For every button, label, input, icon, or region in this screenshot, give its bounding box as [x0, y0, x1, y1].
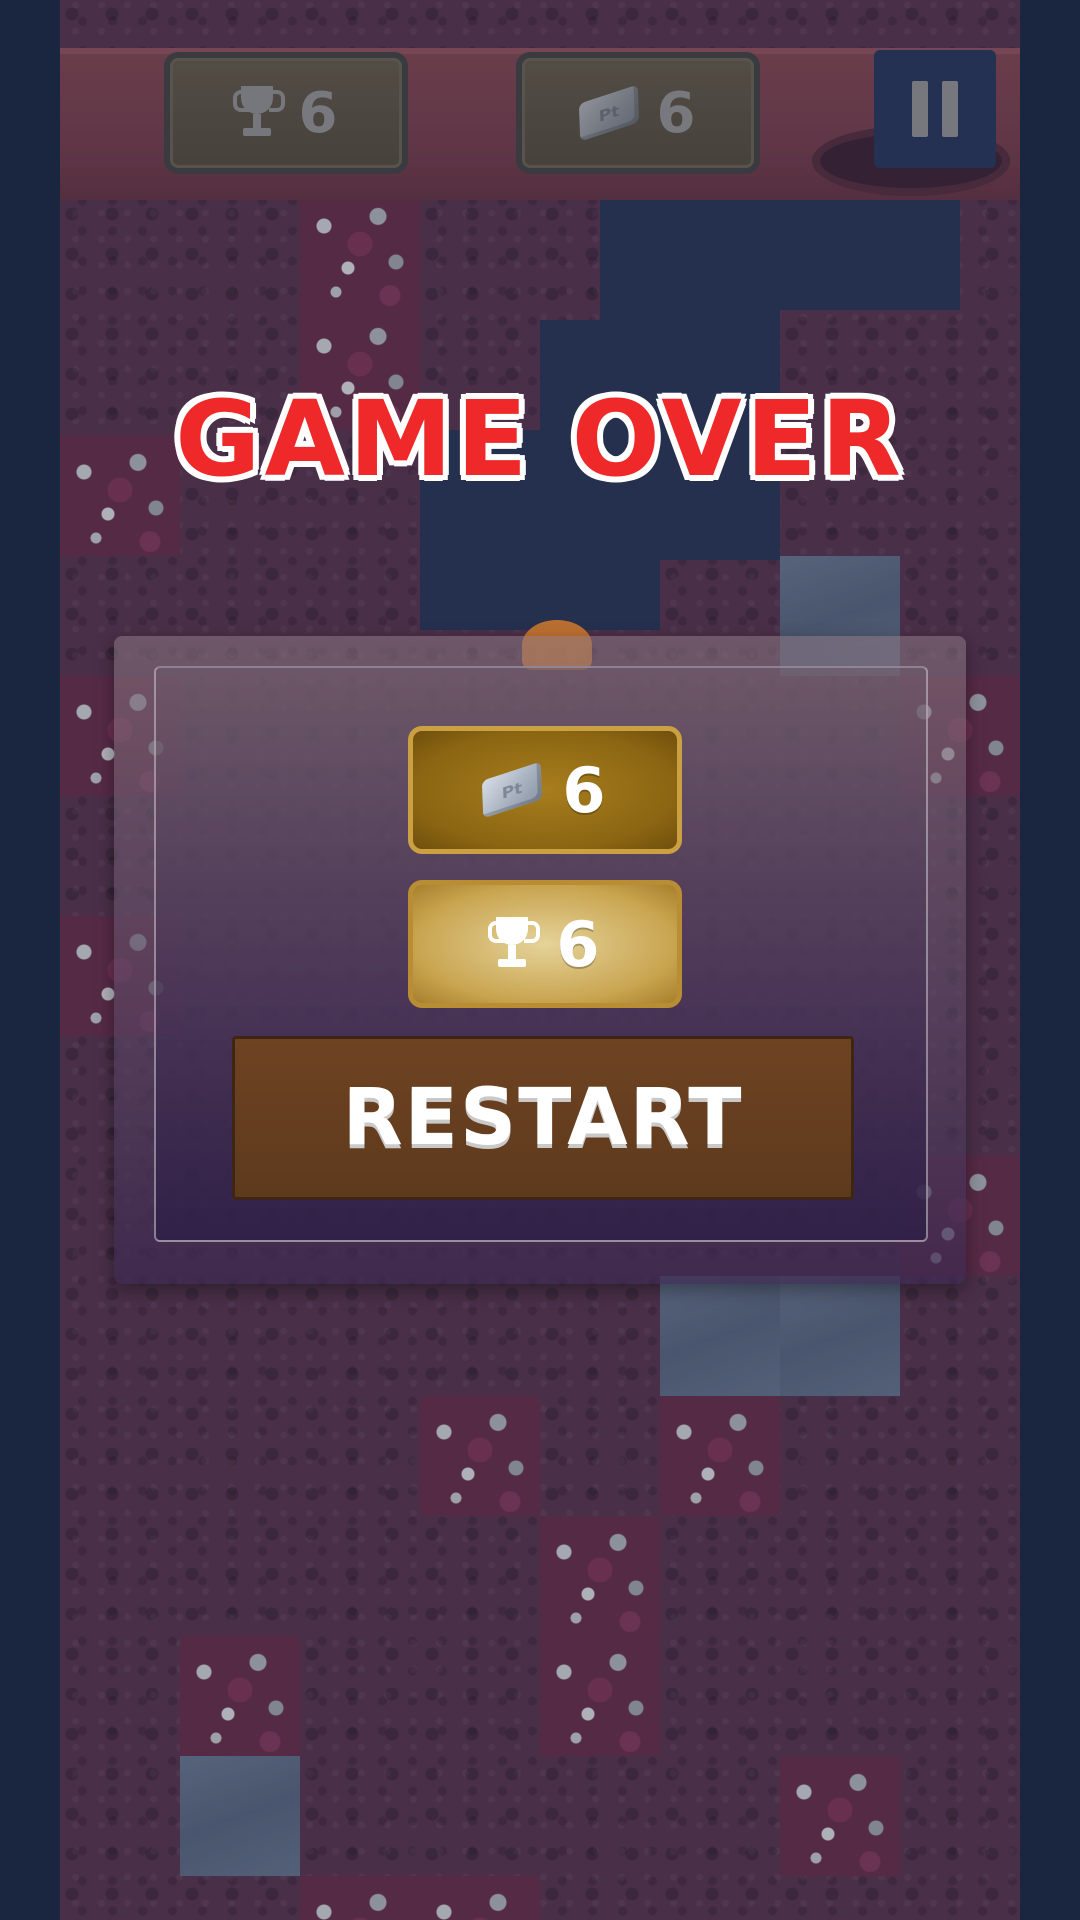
best-plate: 6: [408, 880, 682, 1008]
score-value: 6: [562, 753, 606, 827]
trophy-icon: [488, 917, 541, 971]
best-value: 6: [556, 907, 600, 981]
platinum-ingot-icon: Pt: [482, 761, 543, 819]
restart-button[interactable]: RESTART: [232, 1036, 854, 1200]
game-over-title: GAME OVER: [175, 378, 905, 500]
game-screen: 6 Pt 6 GAME OVER Pt 6 6 RESTART: [0, 0, 1080, 1920]
score-plate: Pt 6: [408, 726, 682, 854]
